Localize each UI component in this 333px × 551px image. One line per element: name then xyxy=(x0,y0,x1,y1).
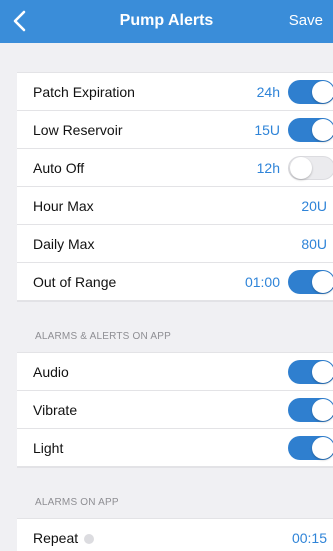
patch-expiration-label: Patch Expiration xyxy=(33,83,135,100)
save-button[interactable]: Save xyxy=(289,12,323,29)
light-row[interactable]: Light xyxy=(17,429,333,467)
toggle-knob xyxy=(312,271,333,293)
section-heading: ALARMS & ALERTS ON APP xyxy=(35,331,171,342)
hour-max-row[interactable]: Hour Max 20U xyxy=(17,187,333,225)
daily-max-value[interactable]: 80U xyxy=(301,236,327,252)
toggle-knob xyxy=(312,361,333,383)
audio-row[interactable]: Audio xyxy=(17,352,333,391)
out-of-range-row[interactable]: Out of Range 01:00 xyxy=(17,263,333,301)
auto-off-value[interactable]: 12h xyxy=(257,160,280,176)
pump-alerts-screen: Pump Alerts Save Patch Expiration 24h Lo… xyxy=(0,0,333,551)
audio-label: Audio xyxy=(33,363,69,380)
out-of-range-label: Out of Range xyxy=(33,273,117,290)
repeat-label: Repeat xyxy=(33,529,95,546)
auto-off-label: Auto Off xyxy=(33,159,85,176)
repeat-row[interactable]: Repeat 00:15 xyxy=(17,518,333,551)
navigation-bar: Pump Alerts Save xyxy=(0,0,333,43)
audio-toggle[interactable] xyxy=(288,360,333,384)
low-reservoir-value[interactable]: 15U xyxy=(254,122,280,138)
repeat-value[interactable]: 00:15 xyxy=(292,530,327,546)
toggle-knob xyxy=(312,81,333,103)
daily-max-label: Daily Max xyxy=(33,235,95,252)
patch-expiration-toggle[interactable] xyxy=(288,80,333,104)
low-reservoir-label: Low Reservoir xyxy=(33,121,123,138)
vibrate-row[interactable]: Vibrate xyxy=(17,391,333,429)
toggle-knob xyxy=(312,119,333,141)
low-reservoir-toggle[interactable] xyxy=(288,118,333,142)
auto-off-row[interactable]: Auto Off 12h xyxy=(17,149,333,187)
section-heading: ALARMS ON APP xyxy=(35,497,119,508)
low-reservoir-row[interactable]: Low Reservoir 15U xyxy=(17,111,333,149)
page-title: Pump Alerts xyxy=(119,12,214,29)
patch-expiration-row[interactable]: Patch Expiration 24h xyxy=(17,72,333,111)
toggle-knob xyxy=(312,437,333,459)
vibrate-label: Vibrate xyxy=(33,401,78,418)
light-label: Light xyxy=(33,439,64,456)
hour-max-value[interactable]: 20U xyxy=(301,198,327,214)
toggle-knob xyxy=(312,399,333,421)
daily-max-row[interactable]: Daily Max 80U xyxy=(17,225,333,263)
section-header-alarms: ALARMS ON APP xyxy=(17,467,333,518)
light-toggle[interactable] xyxy=(288,436,333,460)
out-of-range-value[interactable]: 01:00 xyxy=(245,274,280,290)
auto-off-toggle[interactable] xyxy=(288,156,333,180)
section-header-alarms-alerts: ALARMS & ALERTS ON APP xyxy=(17,301,333,352)
info-icon[interactable] xyxy=(84,533,95,544)
toggle-knob xyxy=(290,157,312,179)
vibrate-toggle[interactable] xyxy=(288,398,333,422)
repeat-label-text: Repeat xyxy=(33,529,79,546)
hour-max-label: Hour Max xyxy=(33,197,94,214)
out-of-range-toggle[interactable] xyxy=(288,270,333,294)
top-spacer xyxy=(17,43,333,72)
patch-expiration-value[interactable]: 24h xyxy=(257,84,280,100)
settings-list: Patch Expiration 24h Low Reservoir 15U A… xyxy=(17,43,333,551)
